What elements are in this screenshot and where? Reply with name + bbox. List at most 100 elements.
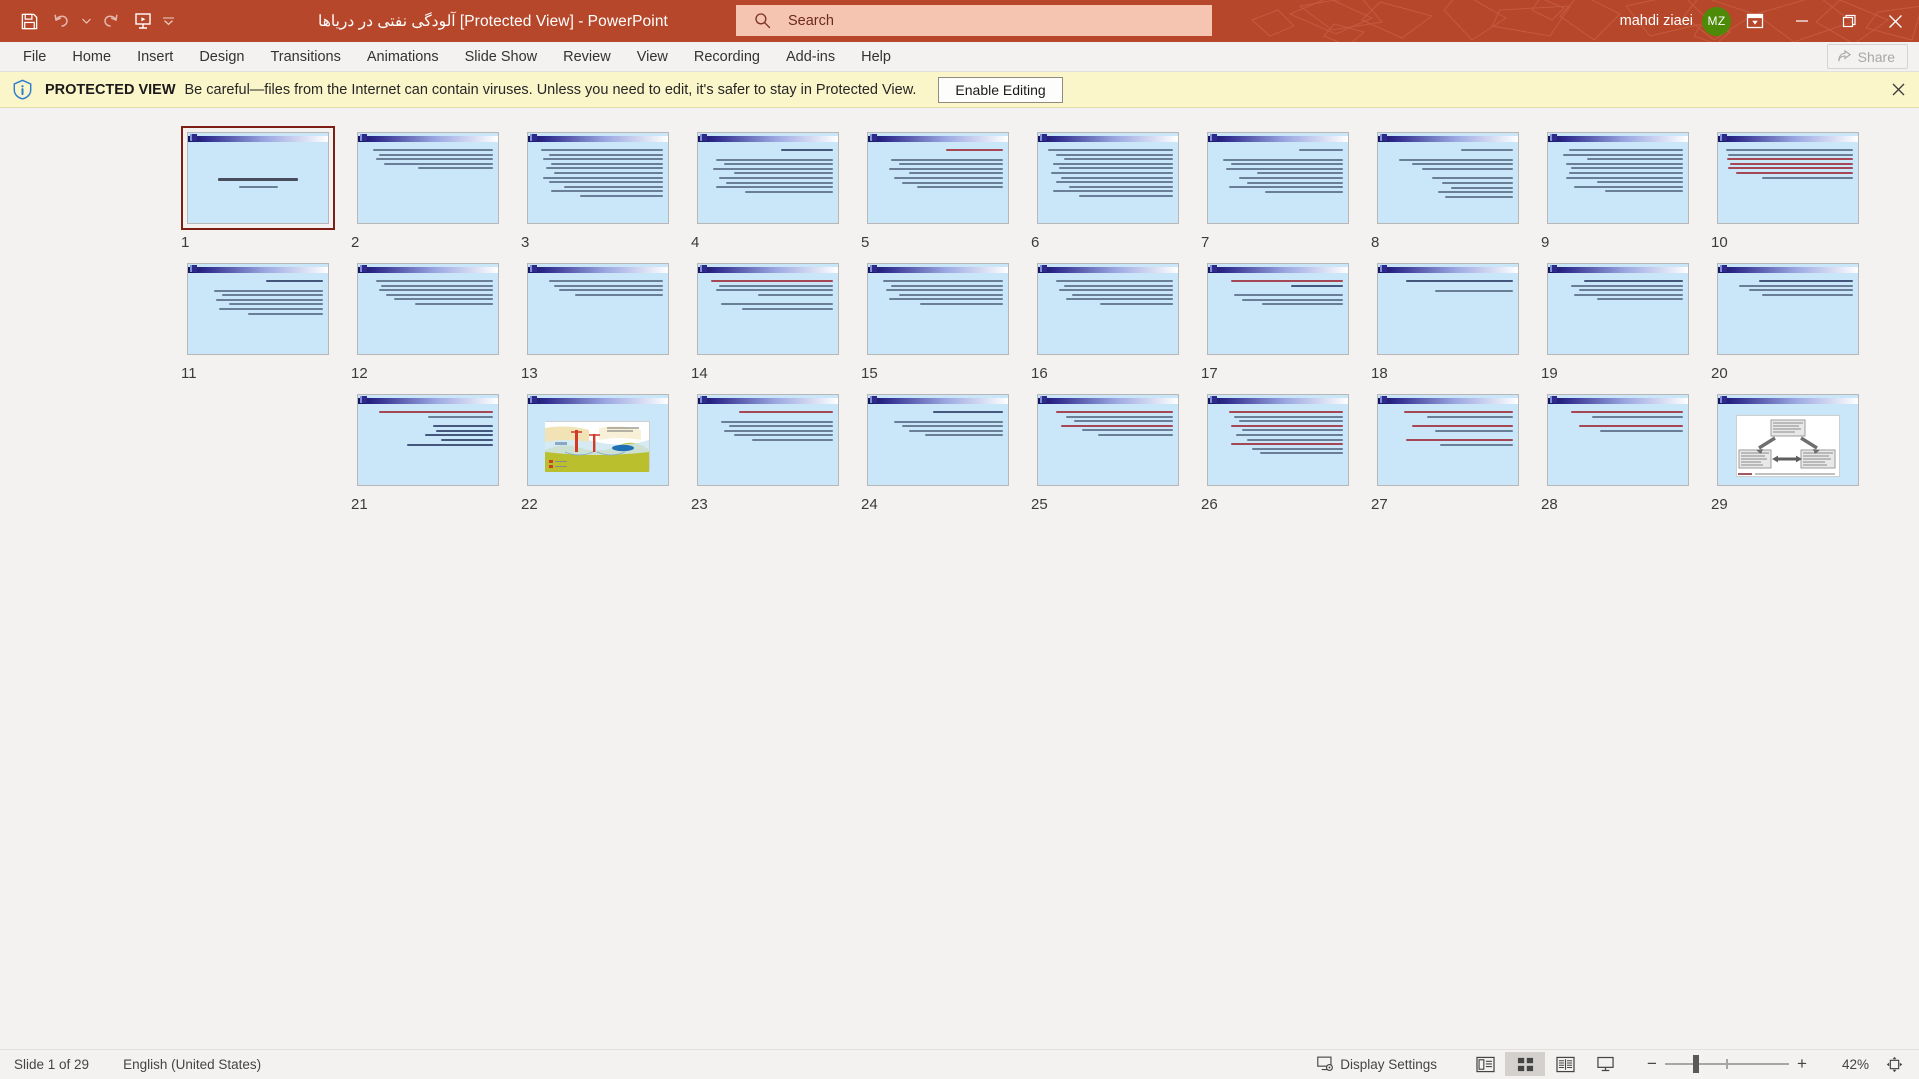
slide-thumbnail-1[interactable]: 1 [173,126,343,257]
slide-thumbnail-frame[interactable] [861,126,1015,230]
start-presentation-icon[interactable] [128,6,158,36]
slide-thumbnail-frame[interactable] [691,388,845,492]
slide-thumbnail-frame[interactable] [521,257,675,361]
normal-view-button[interactable] [1465,1052,1505,1076]
search-input[interactable] [788,12,1212,29]
slide-thumbnail-frame[interactable] [1711,126,1865,230]
zoom-out-button[interactable]: − [1639,1052,1665,1076]
close-icon[interactable] [1887,79,1909,101]
zoom-slider-handle[interactable] [1693,1055,1699,1073]
close-button[interactable] [1872,0,1919,42]
tab-add-ins[interactable]: Add-ins [773,45,848,69]
slide-thumbnail-14[interactable]: 14 [683,257,853,388]
slide-thumbnail-frame[interactable] [1541,257,1695,361]
slide-show-button[interactable] [1585,1052,1625,1076]
slide-thumbnail-frame[interactable] [1201,388,1355,492]
slide-thumbnail-frame[interactable] [1031,126,1185,230]
slide-thumbnail-frame[interactable] [1541,388,1695,492]
slide-thumbnail-frame[interactable] [521,388,675,492]
slide-thumbnail-frame[interactable] [1031,257,1185,361]
language-indicator[interactable]: English (United States) [123,1057,261,1072]
slide-thumbnail-13[interactable]: 13 [513,257,683,388]
slide-thumbnail-4[interactable]: 4 [683,126,853,257]
tab-slide-show[interactable]: Slide Show [452,45,551,69]
slide-thumbnail-15[interactable]: 15 [853,257,1023,388]
tab-home[interactable]: Home [59,45,124,69]
slide-thumbnail-frame[interactable] [691,126,845,230]
slide-thumbnail-16[interactable]: 16 [1023,257,1193,388]
slide-thumbnail-17[interactable]: 17 [1193,257,1363,388]
slide-thumbnail-frame[interactable] [181,257,335,361]
slide-thumbnail-frame[interactable] [691,257,845,361]
zoom-level[interactable]: 42% [1823,1057,1869,1072]
slide-thumbnail-18[interactable]: 18 [1363,257,1533,388]
slide-thumbnail-2[interactable]: 2 [343,126,513,257]
account-name[interactable]: mahdi ziaei [1620,13,1693,29]
slide-sorter-pane[interactable]: 10 9 8 7 6 5 4 3 2 1 20 19 18 17 16 15 14 13 12 11 29 28 27 26 2… [0,108,1919,1049]
enable-editing-button[interactable]: Enable Editing [938,76,1063,103]
tab-transitions[interactable]: Transitions [257,45,353,69]
slide-thumbnail-frame[interactable] [181,126,335,230]
slide-thumbnail-26[interactable]: 26 [1193,388,1363,519]
restore-button[interactable] [1825,0,1872,42]
slide-thumbnail-28[interactable]: 28 [1533,388,1703,519]
slide-thumbnail-23[interactable]: 23 [683,388,853,519]
ribbon-display-options-icon[interactable] [1731,0,1778,42]
customize-quick-access-toolbar-icon[interactable] [160,6,176,36]
fit-to-window-icon[interactable] [1877,1052,1911,1076]
slide-thumbnail-frame[interactable] [1201,126,1355,230]
slide-thumbnail-frame[interactable] [861,257,1015,361]
slide-thumbnail-5[interactable]: 5 [853,126,1023,257]
slide-thumbnail-frame[interactable] [1371,257,1525,361]
slide-thumbnail-11[interactable]: 11 [173,257,343,388]
slide-thumbnail-6[interactable]: 6 [1023,126,1193,257]
zoom-in-button[interactable]: + [1789,1052,1815,1076]
tab-help[interactable]: Help [848,45,904,69]
slide-counter[interactable]: Slide 1 of 29 [14,1057,89,1072]
undo-icon[interactable] [46,6,76,36]
slide-thumbnail-20[interactable]: 20 [1703,257,1873,388]
slide-thumbnail-21[interactable]: 21 [343,388,513,519]
save-icon[interactable] [14,6,44,36]
tab-design[interactable]: Design [186,45,257,69]
minimize-button[interactable] [1778,0,1825,42]
tab-insert[interactable]: Insert [124,45,186,69]
slide-thumbnail-frame[interactable] [351,257,505,361]
slide-thumbnail-12[interactable]: 12 [343,257,513,388]
tab-view[interactable]: View [624,45,681,69]
slide-thumbnail-3[interactable]: 3 [513,126,683,257]
share-button[interactable]: Share [1826,44,1908,69]
search-box[interactable] [736,5,1212,36]
slide-thumbnail-24[interactable]: 24 [853,388,1023,519]
slide-thumbnail-frame[interactable] [521,126,675,230]
tab-file[interactable]: File [10,45,59,69]
slide-thumbnail-frame[interactable] [1711,388,1865,492]
zoom-slider[interactable] [1665,1052,1789,1076]
slide-thumbnail-25[interactable]: 25 [1023,388,1193,519]
slide-thumbnail-frame[interactable] [351,388,505,492]
slide-thumbnail-8[interactable]: 8 [1363,126,1533,257]
slide-thumbnail-27[interactable]: 27 [1363,388,1533,519]
slide-thumbnail-29[interactable]: 29 [1703,388,1873,519]
slide-thumbnail-10[interactable]: 10 [1703,126,1873,257]
slide-thumbnail-frame[interactable] [861,388,1015,492]
tab-animations[interactable]: Animations [354,45,452,69]
slide-thumbnail-frame[interactable] [1371,388,1525,492]
slide-thumbnail-frame[interactable] [1031,388,1185,492]
tab-review[interactable]: Review [550,45,624,69]
slide-thumbnail-22[interactable]: 22 [513,388,683,519]
display-settings-button[interactable]: Display Settings [1317,1056,1437,1072]
slide-thumbnail-7[interactable]: 7 [1193,126,1363,257]
redo-icon[interactable] [96,6,126,36]
undo-dropdown-chevron-icon[interactable] [78,6,94,36]
slide-thumbnail-frame[interactable] [1201,257,1355,361]
slide-thumbnail-frame[interactable] [351,126,505,230]
slide-thumbnail-9[interactable]: 9 [1533,126,1703,257]
slide-thumbnail-frame[interactable] [1711,257,1865,361]
slide-thumbnail-frame[interactable] [1371,126,1525,230]
reading-view-button[interactable] [1545,1052,1585,1076]
slide-thumbnail-frame[interactable] [1541,126,1695,230]
slide-sorter-view-button[interactable] [1505,1052,1545,1076]
avatar[interactable]: MZ [1702,6,1731,36]
slide-thumbnail-19[interactable]: 19 [1533,257,1703,388]
